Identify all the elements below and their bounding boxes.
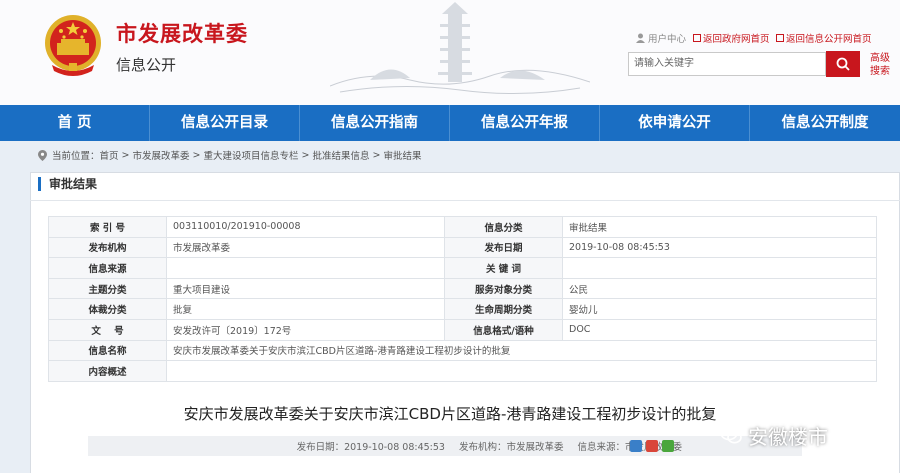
watermark: 安徽楼市 — [720, 423, 828, 449]
table-value: 批复 — [166, 298, 445, 320]
table-row: 文 号 安发改许可〔2019〕172号 信息格式/语种 DOC — [48, 318, 877, 341]
table-value — [166, 257, 445, 279]
table-value: DOC — [562, 318, 877, 341]
gov-home-link[interactable]: 返回政府网首页 — [693, 31, 770, 45]
table-row: 主题分类 重大项目建设 服务对象分类 公民 — [48, 277, 877, 300]
publish-info-bar: 发布日期：2019-10-08 08:45:53 发布机构：市发展改革委 信息来… — [88, 436, 802, 456]
table-key: 索 引 号 — [48, 216, 167, 238]
nav-policy[interactable]: 信息公开制度 — [750, 105, 900, 141]
breadcrumb-item[interactable]: 批准结果信息 — [312, 148, 369, 162]
table-key: 信息名称 — [48, 339, 167, 362]
table-value: 2019-10-08 08:45:53 — [562, 236, 877, 259]
publish-time: 发布日期：2019-10-08 08:45:53 — [296, 442, 445, 453]
table-value — [166, 360, 877, 382]
user-center-link[interactable]: 用户中心 — [636, 31, 686, 45]
table-value: 市发展改革委 — [166, 236, 445, 259]
table-key: 服务对象分类 — [444, 277, 563, 300]
table-key: 信息格式/语种 — [444, 318, 563, 341]
breadcrumb-item[interactable]: 审批结果 — [383, 148, 421, 162]
table-key: 信息来源 — [48, 257, 167, 279]
table-value — [562, 257, 877, 279]
panel-divider — [30, 200, 900, 201]
table-value: 重大项目建设 — [166, 277, 445, 300]
table-value: 审批结果 — [562, 216, 877, 238]
table-key: 文 号 — [48, 318, 167, 341]
table-key: 信息分类 — [444, 216, 563, 238]
table-key: 体裁分类 — [48, 298, 167, 320]
breadcrumb: 当前位置： 首页 > 市发展改革委 > 重大建设项目信息专栏 > 批准结果信息 > 审批… — [38, 146, 421, 164]
table-row: 体裁分类 批复 生命周期分类 婴幼儿 — [48, 298, 877, 320]
breadcrumb-separator: > — [301, 149, 310, 161]
breadcrumb-item[interactable]: 市发展改革委 — [133, 148, 190, 162]
table-key: 生命周期分类 — [444, 298, 563, 320]
share-qzone-icon[interactable] — [630, 440, 642, 452]
table-value: 婴幼儿 — [562, 298, 877, 320]
share-wechat-icon[interactable] — [662, 440, 674, 452]
table-key: 发布日期 — [444, 236, 563, 259]
breadcrumb-separator: > — [121, 149, 130, 161]
table-row: 信息来源 关 键 词 — [48, 257, 877, 279]
search-button[interactable] — [826, 51, 860, 77]
user-icon — [636, 33, 645, 43]
table-row: 内容概述 — [48, 360, 877, 382]
link-icon — [693, 34, 701, 42]
panel-title: 审批结果 — [38, 177, 97, 191]
table-row: 索 引 号 003110010/201910-00008 信息分类 审批结果 — [48, 216, 877, 238]
nav-catalog[interactable]: 信息公开目录 — [150, 105, 300, 141]
nav-request[interactable]: 依申请公开 — [600, 105, 750, 141]
table-key: 发布机构 — [48, 236, 167, 259]
location-pin-icon — [38, 149, 47, 161]
publisher: 发布机构：市发展改革委 — [458, 442, 564, 453]
main-nav: 首 页 信息公开目录 信息公开指南 信息公开年报 依申请公开 信息公开制度 — [0, 105, 900, 141]
nav-home[interactable]: 首 页 — [0, 105, 150, 141]
site-header: 市发展改革委 信息公开 用户中心 返回政府网首页 返回信息公开网首页 请输入关键… — [0, 0, 900, 105]
table-value: 安庆市发展改革委关于安庆市滨江CBD片区道路-港青路建设工程初步设计的批复 — [166, 339, 877, 362]
table-row: 发布机构 市发展改革委 发布日期 2019-10-08 08:45:53 — [48, 236, 877, 259]
table-key: 关 键 词 — [444, 257, 563, 279]
metadata-table: 索 引 号 003110010/201910-00008 信息分类 审批结果 发… — [48, 216, 877, 382]
breadcrumb-separator: > — [372, 149, 381, 161]
nav-guide[interactable]: 信息公开指南 — [300, 105, 450, 141]
table-value: 安发改许可〔2019〕172号 — [166, 318, 445, 341]
table-key: 主题分类 — [48, 277, 167, 300]
search-input[interactable]: 请输入关键字 — [628, 52, 826, 76]
share-weibo-icon[interactable] — [646, 440, 658, 452]
nav-annual-report[interactable]: 信息公开年报 — [450, 105, 600, 141]
wechat-icon — [720, 425, 742, 444]
search-icon — [836, 57, 850, 71]
table-value: 公民 — [562, 277, 877, 300]
breadcrumb-item[interactable]: 重大建设项目信息专栏 — [203, 148, 298, 162]
advanced-search-link[interactable]: 高级搜索 — [870, 52, 896, 78]
info-home-link[interactable]: 返回信息公开网首页 — [776, 31, 872, 45]
national-emblem-icon — [45, 15, 101, 76]
org-name: 市发展改革委 — [116, 22, 248, 46]
pagoda-landscape-illustration — [330, 2, 590, 95]
breadcrumb-separator: > — [192, 149, 201, 161]
table-value: 003110010/201910-00008 — [166, 216, 445, 238]
watermark-text: 安徽楼市 — [748, 424, 828, 449]
org-subtitle: 信息公开 — [116, 56, 177, 74]
table-key: 内容概述 — [48, 360, 167, 382]
breadcrumb-label: 当前位置： — [52, 151, 100, 162]
table-row: 信息名称 安庆市发展改革委关于安庆市滨江CBD片区道路-港青路建设工程初步设计的… — [48, 339, 877, 362]
breadcrumb-item[interactable]: 首页 — [100, 148, 119, 162]
link-icon — [776, 34, 784, 42]
